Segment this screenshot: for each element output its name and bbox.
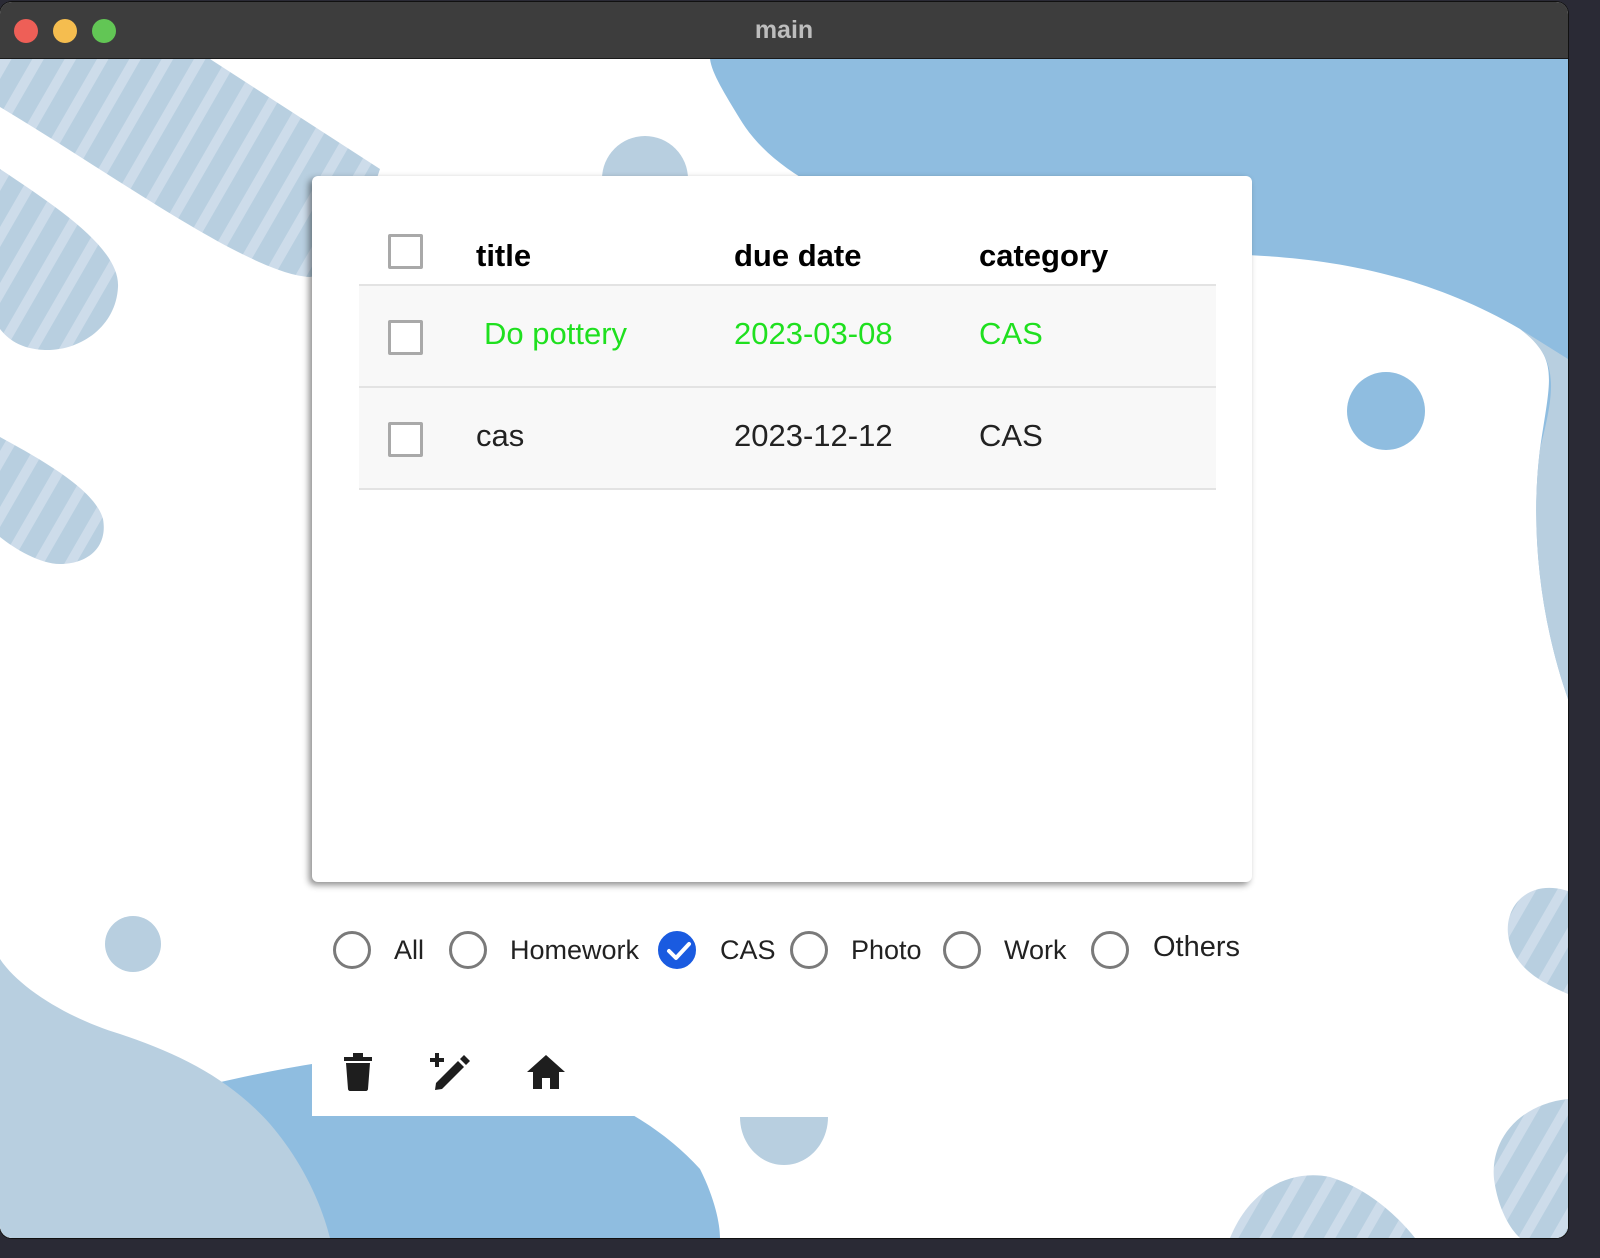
- action-toolbar: [312, 1027, 645, 1116]
- home-icon: [527, 1055, 565, 1089]
- filter-label-cas[interactable]: CAS: [720, 935, 776, 966]
- trash-icon: [344, 1053, 372, 1091]
- row-title: Do pottery: [484, 316, 628, 351]
- filter-label-others[interactable]: Others: [1153, 931, 1240, 964]
- row-due-date: 2023-03-08: [734, 316, 893, 351]
- header-category[interactable]: category: [979, 238, 1108, 274]
- filter-label-work[interactable]: Work: [1004, 935, 1067, 966]
- table-row[interactable]: cas 2023-12-12 CAS: [359, 388, 1216, 490]
- row-title: cas: [476, 418, 525, 453]
- filter-label-all[interactable]: All: [394, 935, 424, 966]
- filter-radio-photo[interactable]: [790, 931, 828, 969]
- filter-radio-all[interactable]: [333, 931, 371, 969]
- header-title[interactable]: title: [476, 238, 531, 274]
- add-edit-button[interactable]: [424, 1045, 478, 1099]
- filter-label-homework[interactable]: Homework: [510, 935, 639, 966]
- window-title: main: [754, 16, 814, 44]
- delete-button[interactable]: [331, 1045, 385, 1099]
- app-window: main title due date category Do pottery …: [0, 2, 1568, 1238]
- filter-radio-others[interactable]: [1091, 931, 1129, 969]
- row-category: CAS: [979, 316, 1043, 351]
- title-bar[interactable]: main: [0, 2, 1568, 59]
- table-row[interactable]: Do pottery 2023-03-08 CAS: [359, 286, 1216, 388]
- header-due-date[interactable]: due date: [734, 238, 861, 274]
- row-due-date: 2023-12-12: [734, 418, 893, 453]
- edit-add-icon: [430, 1053, 470, 1090]
- home-button[interactable]: [519, 1045, 573, 1099]
- table-header: title due date category: [359, 216, 1216, 286]
- row-category: CAS: [979, 418, 1043, 453]
- filter-radio-work[interactable]: [943, 931, 981, 969]
- checkmark-icon: [667, 942, 691, 960]
- select-all-checkbox[interactable]: [388, 234, 423, 269]
- filter-radio-homework[interactable]: [449, 931, 487, 969]
- row-checkbox[interactable]: [388, 422, 423, 457]
- row-checkbox[interactable]: [388, 320, 423, 355]
- tasks-table-card: title due date category Do pottery 2023-…: [312, 176, 1252, 882]
- filter-label-photo[interactable]: Photo: [851, 935, 922, 966]
- main-content: title due date category Do pottery 2023-…: [0, 59, 1568, 1238]
- filter-radio-cas[interactable]: [658, 931, 696, 969]
